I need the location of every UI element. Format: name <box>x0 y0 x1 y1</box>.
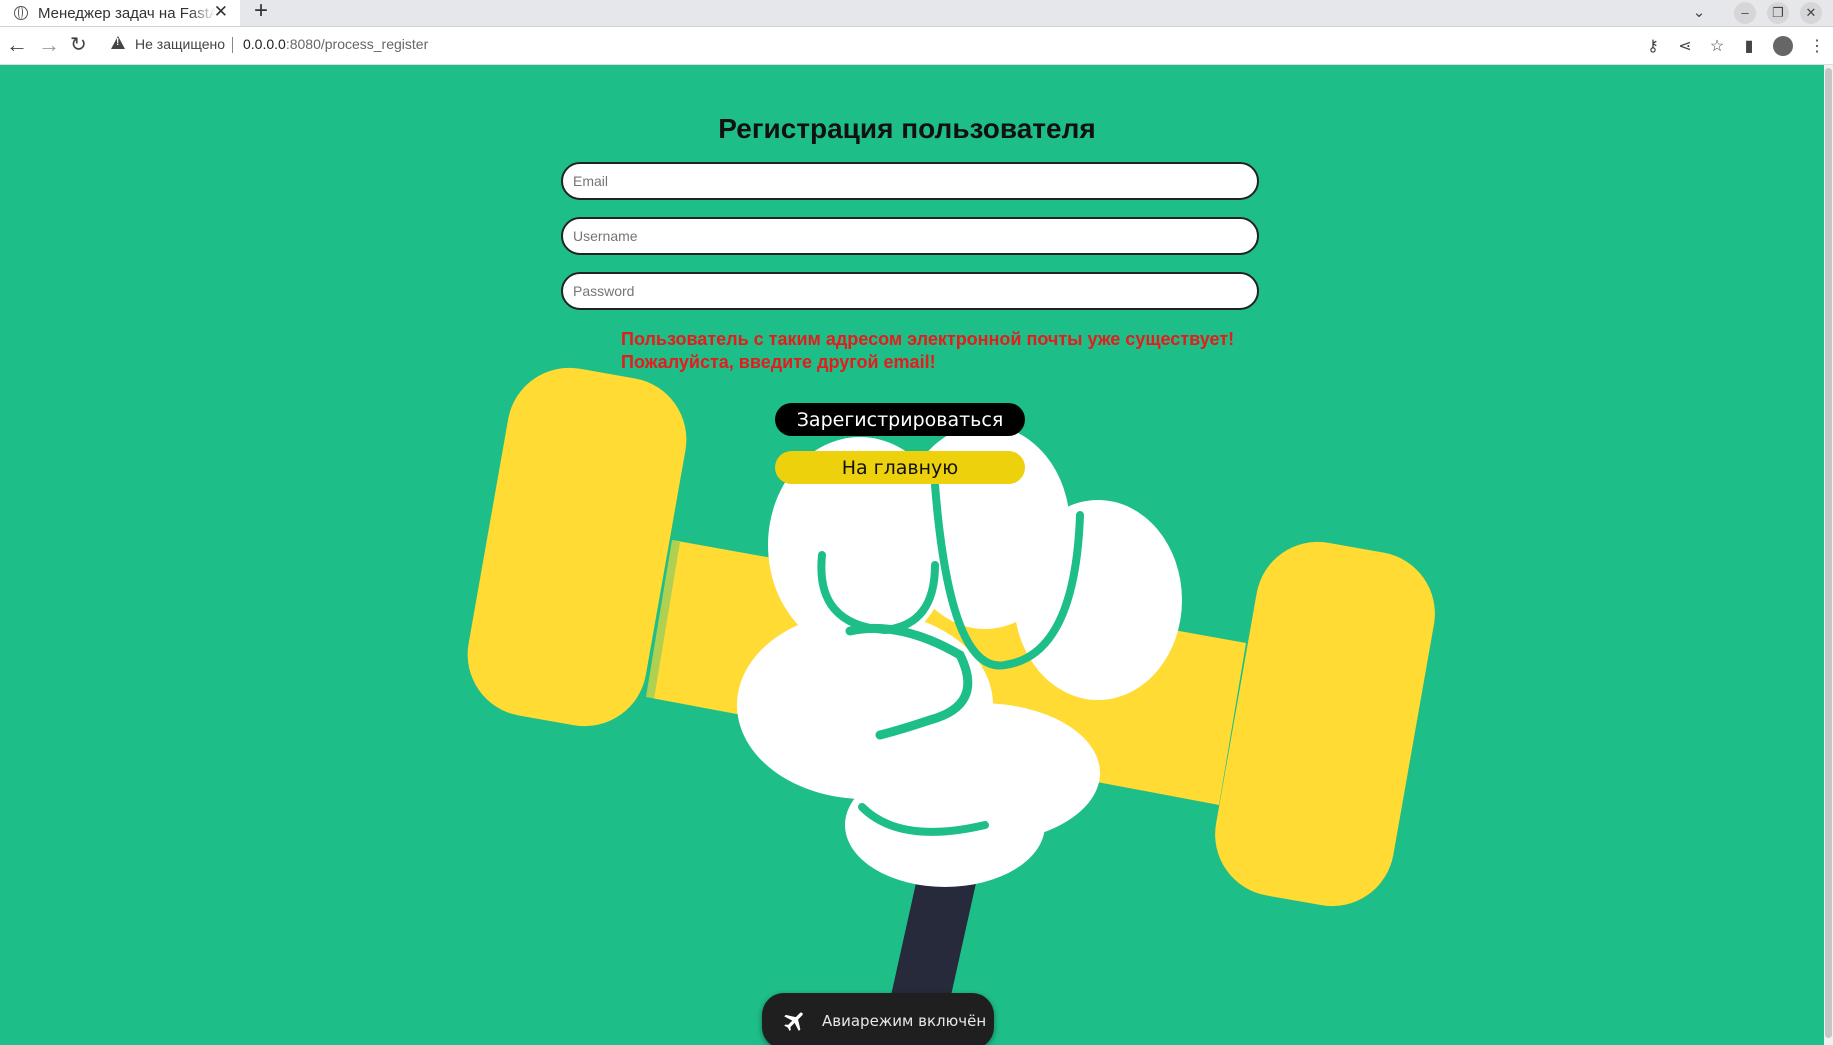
warning-icon[interactable] <box>111 36 125 49</box>
key-icon[interactable]: ⚷ <box>1637 36 1669 56</box>
tab-title: Менеджер задач на FastAPI <box>38 4 216 22</box>
url-field[interactable]: 0.0.0.0:8080/process_register <box>243 36 428 52</box>
register-button[interactable]: Зарегистрироваться <box>775 403 1025 436</box>
username-field[interactable] <box>561 217 1259 255</box>
security-label[interactable]: Не защищено <box>135 36 225 52</box>
star-icon[interactable]: ☆ <box>1701 36 1733 56</box>
url-host: 0.0.0.0 <box>243 36 286 52</box>
airplane-icon <box>784 1012 803 1031</box>
home-button[interactable]: На главную <box>775 451 1025 484</box>
password-field[interactable] <box>561 272 1259 310</box>
scrollbar[interactable] <box>1824 65 1833 1045</box>
reload-icon[interactable]: ↻ <box>70 33 87 57</box>
divider <box>232 37 233 53</box>
share-icon[interactable]: ⋖ <box>1669 36 1701 56</box>
close-window-icon[interactable]: ✕ <box>1800 2 1822 24</box>
url-path: :8080/process_register <box>285 36 429 52</box>
page-title: Регистрация пользователя <box>718 113 1096 144</box>
minimize-icon[interactable]: – <box>1734 2 1756 24</box>
back-arrow-icon[interactable]: ← <box>6 33 28 57</box>
side-panel-icon[interactable]: ▮ <box>1733 36 1765 56</box>
new-tab-button[interactable]: + <box>254 0 268 25</box>
error-line-2: Пожалуйста, введите другой email! <box>621 352 936 372</box>
tab-close-icon[interactable]: ✕ <box>214 2 228 22</box>
scrollbar-thumb[interactable] <box>1825 68 1832 1038</box>
globe-icon <box>14 6 28 20</box>
menu-kebab-icon[interactable]: ⋮ <box>1801 36 1833 56</box>
dumbbell-right-weight <box>1215 541 1435 907</box>
browser-tab[interactable]: Менеджер задач на FastAPI ✕ <box>0 0 240 26</box>
error-line-1: Пользователь с таким адресом электронной… <box>621 329 1235 349</box>
tab-search-icon[interactable]: ⌄ <box>1688 2 1710 24</box>
toolbar-icons: ⚷ ⋖ ☆ ▮ ⋮ <box>1637 34 1833 58</box>
dumbbell-fist-illustration <box>467 367 1435 1045</box>
page-content: Регистрация пользователя Пользователь с … <box>0 65 1824 1045</box>
forward-arrow-icon[interactable]: → <box>38 33 60 57</box>
airplane-mode-toast: Авиарежим включён <box>762 993 994 1045</box>
fist-shape <box>737 425 1182 887</box>
address-bar: ← → ↻ Не защищено 0.0.0.0:8080/process_r… <box>0 27 1833 65</box>
restore-icon[interactable]: ❐ <box>1767 2 1789 24</box>
email-field[interactable] <box>561 162 1259 200</box>
browser-tab-strip: Менеджер задач на FastAPI ✕ + ⌄ – ❐ ✕ <box>0 0 1833 27</box>
window-controls: ⌄ – ❐ ✕ <box>1688 0 1833 26</box>
profile-avatar-icon[interactable] <box>1773 36 1793 56</box>
error-message: Пользователь с таким адресом электронной… <box>621 328 1261 374</box>
toast-text: Авиарежим включён <box>822 1012 987 1030</box>
